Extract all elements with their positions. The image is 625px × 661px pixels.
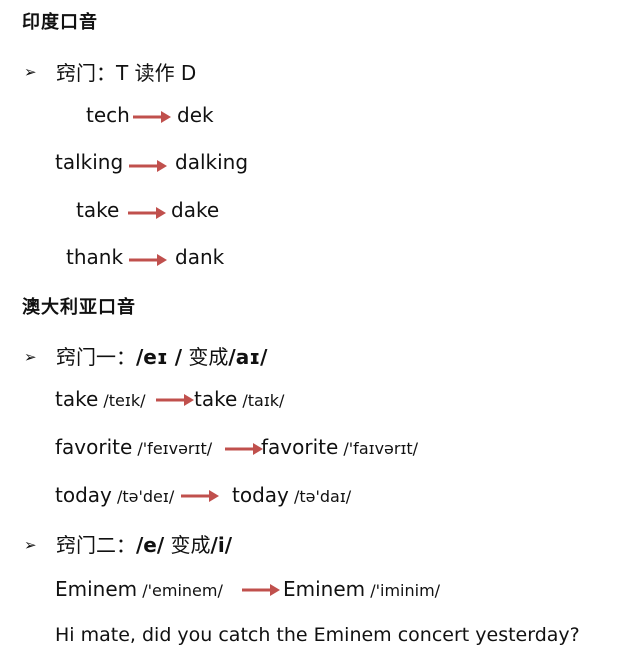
arrow-icon xyxy=(129,160,167,172)
phonetic: /'eminem/ xyxy=(142,581,223,600)
phoneme-from: /eɪ / xyxy=(136,345,183,369)
arrow-icon xyxy=(156,394,194,406)
example-to: dek xyxy=(177,103,214,127)
arrow-icon xyxy=(128,207,166,219)
phonetic: /'iminim/ xyxy=(370,581,441,600)
section-title-australian: 澳大利亚口音 xyxy=(22,297,136,318)
australian-tip-1: 窍门一：/eɪ / 变成/aɪ/ xyxy=(56,341,267,370)
phonetic: /teɪk/ xyxy=(103,391,146,410)
bullet-icon: ➢ xyxy=(24,63,37,81)
bullet-icon: ➢ xyxy=(24,348,37,366)
example-row-result: Eminem /'iminim/ xyxy=(283,577,440,601)
example-from: thank xyxy=(66,245,124,269)
arrow-icon xyxy=(225,443,263,455)
tip-text: T 读作 D xyxy=(116,61,197,85)
example-row: take /teɪk/ xyxy=(55,387,145,411)
example-to: dake xyxy=(171,198,220,222)
example-sentence: Hi mate, did you catch the Eminem concer… xyxy=(55,624,580,646)
tip-prefix: 窍门二： xyxy=(56,533,136,557)
section-title-indian: 印度口音 xyxy=(22,12,98,33)
phoneme-to: /i/ xyxy=(210,533,233,557)
phonetic: /'faɪvərɪt/ xyxy=(343,439,419,458)
phoneme-from: /e/ xyxy=(136,533,165,557)
phonetic: /'feɪvərɪt/ xyxy=(137,439,213,458)
example-row: today /tə'deɪ/ xyxy=(55,483,174,507)
tip-prefix: 窍门一： xyxy=(56,345,136,369)
example-row-result: today /tə'daɪ/ xyxy=(232,483,351,507)
indian-tip: 窍门：T 读作 D xyxy=(56,57,196,86)
example-from: talking xyxy=(55,150,124,174)
tip-verb: 变成 xyxy=(188,345,229,369)
phonetic: /taɪk/ xyxy=(242,391,285,410)
arrow-icon xyxy=(129,254,167,266)
example-from: tech xyxy=(86,103,130,127)
arrow-icon xyxy=(242,584,280,596)
phoneme-to: /aɪ/ xyxy=(228,345,268,369)
example-to: dalking xyxy=(175,150,249,174)
arrow-icon xyxy=(181,490,219,502)
arrow-icon xyxy=(133,111,171,123)
example-word: today xyxy=(55,483,112,507)
example-word: favorite xyxy=(261,435,339,459)
example-word: Eminem xyxy=(283,577,366,601)
example-row: Eminem /'eminem/ xyxy=(55,577,223,601)
australian-tip-2: 窍门二：/e/ 变成/i/ xyxy=(56,529,232,558)
example-to: dank xyxy=(175,245,225,269)
example-row-result: take /taɪk/ xyxy=(194,387,284,411)
example-word: take xyxy=(55,387,99,411)
tip-verb: 变成 xyxy=(170,533,211,557)
example-row-result: favorite /'faɪvərɪt/ xyxy=(261,435,418,459)
phonetic: /tə'deɪ/ xyxy=(116,487,175,506)
example-from: take xyxy=(76,198,120,222)
tip-prefix: 窍门： xyxy=(56,61,116,85)
example-row: favorite /'feɪvərɪt/ xyxy=(55,435,212,459)
phonetic: /tə'daɪ/ xyxy=(293,487,352,506)
example-word: Eminem xyxy=(55,577,138,601)
example-word: favorite xyxy=(55,435,133,459)
example-word: take xyxy=(194,387,238,411)
example-word: today xyxy=(232,483,289,507)
bullet-icon: ➢ xyxy=(24,536,37,554)
